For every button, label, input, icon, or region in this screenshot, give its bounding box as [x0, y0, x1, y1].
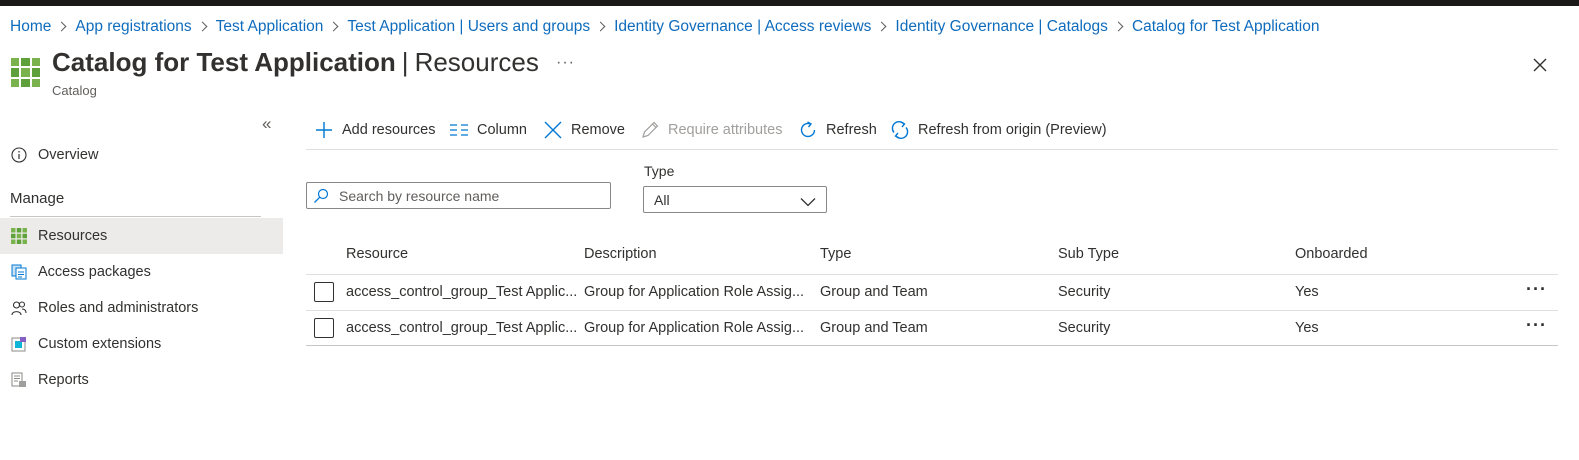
column-header-type[interactable]: Type [820, 246, 851, 262]
type-filter-dropdown[interactable]: All [643, 186, 827, 213]
resources-grid-icon [10, 227, 28, 245]
sidebar-item-label: Resources [38, 228, 108, 244]
page-title: Catalog for Test Application | Resources [52, 47, 539, 78]
sidebar-item-access-packages[interactable]: Access packages [0, 254, 283, 290]
refresh-icon [798, 120, 818, 140]
portal-top-bar [0, 0, 1579, 6]
cell-onboarded: Yes [1295, 320, 1319, 336]
sidebar-item-label: Reports [38, 372, 89, 388]
info-icon [10, 146, 28, 164]
cell-type: Group and Team [820, 284, 928, 300]
sidebar-section-manage: Manage [10, 190, 65, 207]
sidebar-item-label: Access packages [38, 264, 151, 280]
plus-icon [314, 120, 334, 140]
chevron-right-icon [51, 17, 75, 37]
type-filter-label: Type [644, 163, 675, 179]
sidebar-item-label: Overview [38, 147, 99, 163]
breadcrumb-home[interactable]: Home [10, 18, 51, 36]
more-options-button[interactable]: ··· [556, 54, 575, 72]
require-attributes-button[interactable]: Require attributes [640, 118, 782, 142]
sidebar-item-overview[interactable]: Overview [0, 137, 283, 173]
close-icon[interactable] [1530, 55, 1550, 75]
table-row[interactable]: access_control_group_Test Applic... Grou… [306, 274, 1558, 310]
sidebar-item-reports[interactable]: Reports [0, 362, 283, 398]
refresh-from-origin-button[interactable]: Refresh from origin (Preview) [890, 118, 1107, 142]
page-title-main: Catalog for Test Application [52, 47, 396, 77]
cell-description: Group for Application Role Assig... [584, 320, 805, 336]
people-icon [10, 299, 28, 317]
sidebar-item-custom-extensions[interactable]: Custom extensions [0, 326, 283, 362]
sidebar-item-resources[interactable]: Resources [0, 218, 283, 254]
refresh-origin-icon [890, 120, 910, 140]
sidebar-item-label: Custom extensions [38, 336, 162, 352]
column-header-description[interactable]: Description [584, 246, 657, 262]
require-attributes-label: Require attributes [668, 122, 783, 138]
column-header-sub-type[interactable]: Sub Type [1058, 246, 1119, 262]
remove-button[interactable]: Remove [543, 118, 625, 142]
sidebar-divider [10, 216, 261, 217]
chevron-right-icon [871, 17, 895, 37]
table-row[interactable]: access_control_group_Test Applic... Grou… [306, 310, 1558, 346]
refresh-label: Refresh [826, 122, 877, 138]
page-title-section: Resources [414, 47, 539, 77]
column-button[interactable]: Column [449, 118, 527, 142]
cell-onboarded: Yes [1295, 284, 1319, 300]
custom-extension-icon [10, 335, 28, 353]
chevron-right-icon [323, 17, 347, 37]
breadcrumb-app-registrations[interactable]: App registrations [75, 18, 191, 36]
breadcrumb-catalog[interactable]: Catalog for Test Application [1132, 18, 1320, 36]
cell-description: Group for Application Role Assig... [584, 284, 805, 300]
breadcrumb: Home App registrations Test Application … [10, 17, 1320, 37]
breadcrumb-users-and-groups[interactable]: Test Application | Users and groups [347, 18, 590, 36]
row-more-button[interactable]: ··· [1526, 315, 1547, 336]
sidebar-item-label: Roles and administrators [38, 300, 199, 316]
breadcrumb-access-reviews[interactable]: Identity Governance | Access reviews [614, 18, 871, 36]
pencil-icon [640, 120, 660, 140]
search-input[interactable] [339, 187, 609, 204]
sidebar-item-roles-and-administrators[interactable]: Roles and administrators [0, 290, 283, 326]
breadcrumb-test-application[interactable]: Test Application [216, 18, 324, 36]
cell-sub-type: Security [1058, 284, 1111, 300]
chevron-right-icon [590, 17, 614, 37]
add-resources-label: Add resources [342, 122, 436, 138]
cell-type: Group and Team [820, 320, 928, 336]
column-label: Column [477, 122, 527, 138]
command-bar: Add resources Column Remove Require attr… [306, 112, 1558, 150]
remove-label: Remove [571, 122, 625, 138]
chevron-right-icon [192, 17, 216, 37]
cell-sub-type: Security [1058, 320, 1111, 336]
column-header-resource[interactable]: Resource [346, 246, 408, 262]
chevron-down-icon [800, 194, 816, 207]
add-resources-button[interactable]: Add resources [314, 118, 436, 142]
breadcrumb-catalogs[interactable]: Identity Governance | Catalogs [895, 18, 1108, 36]
page-title-separator: | [401, 47, 409, 77]
reports-icon [10, 371, 28, 389]
access-package-icon [10, 263, 28, 281]
row-checkbox[interactable] [314, 318, 334, 338]
row-more-button[interactable]: ··· [1526, 279, 1547, 300]
refresh-from-origin-label: Refresh from origin (Preview) [918, 122, 1107, 138]
columns-icon [449, 120, 469, 140]
column-header-onboarded[interactable]: Onboarded [1295, 246, 1368, 262]
type-filter-value: All [654, 191, 670, 208]
search-icon [313, 188, 329, 204]
search-box[interactable] [306, 182, 611, 209]
close-icon [543, 120, 563, 140]
cell-resource[interactable]: access_control_group_Test Applic... [346, 320, 577, 336]
cell-resource[interactable]: access_control_group_Test Applic... [346, 284, 577, 300]
refresh-button[interactable]: Refresh [798, 118, 877, 142]
page-subtitle: Catalog [52, 83, 97, 98]
collapse-sidebar-button[interactable]: « [262, 114, 271, 134]
row-checkbox[interactable] [314, 282, 334, 302]
catalog-grid-icon [11, 58, 40, 87]
chevron-right-icon [1108, 17, 1132, 37]
